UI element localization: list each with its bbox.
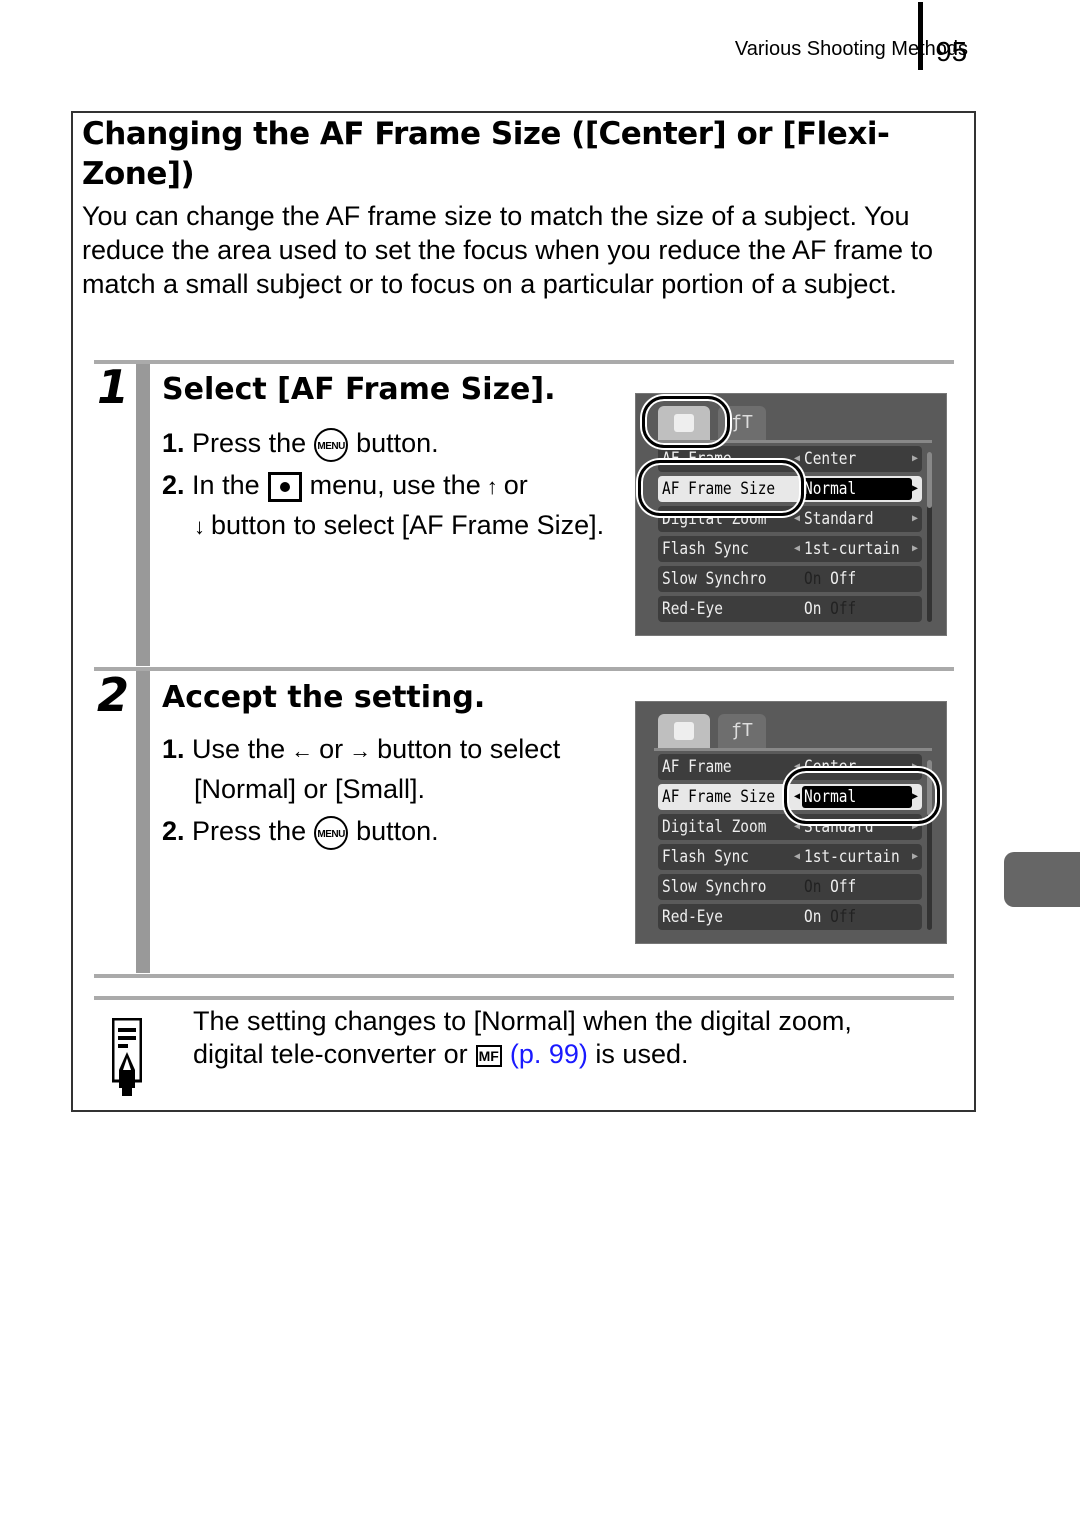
step-2-rule (94, 667, 954, 671)
step-1-number: 1 (97, 360, 130, 414)
menu-button-icon: MENU (314, 815, 349, 850)
highlight-circle-tab (642, 396, 730, 448)
note-text: The setting changes to [Normal] when the… (193, 1006, 852, 1069)
menu-row-red-eye: Red-Eye On Off (658, 596, 922, 622)
memo-pencil-icon (112, 1018, 142, 1096)
step-2-number: 2 (97, 668, 130, 722)
menu-row-flash-sync: Flash Sync ◀ 1st-curtain ▶ (658, 536, 922, 562)
step-1-instruction-2: 2. In the menu, use the ↑ or ↓ button to sel… (162, 466, 622, 546)
step-1-rule (94, 360, 954, 364)
step-2-title: Accept the setting. (162, 680, 486, 715)
note-rule (94, 996, 954, 1000)
chapter-thumb-tab (1004, 852, 1080, 907)
right-arrow-icon: ▶ (911, 851, 918, 862)
section-title: Various Shooting Methods (734, 38, 968, 60)
right-arrow-icon: ▶ (911, 513, 918, 524)
left-arrow-icon: ◀ (794, 543, 801, 554)
step-1-bar (136, 364, 150, 666)
step-2-instructions: 1. Use the ← or → button to select [Normal] … (162, 730, 632, 850)
menu-row-slow-synchro: Slow Synchro On Off (658, 566, 922, 592)
right-arrow-icon: ▶ (911, 453, 918, 464)
header-divider (918, 2, 923, 70)
page-number: 95 (936, 36, 968, 67)
menu-row-red-eye: Red-Eye On Off (658, 904, 922, 930)
intro-paragraph: You can change the AF frame size to matc… (82, 201, 934, 299)
menu-button-icon: MENU (314, 427, 349, 462)
step-2-bar (136, 671, 150, 973)
right-arrow-icon: ▶ (911, 543, 918, 554)
highlight-circle-value (784, 768, 940, 824)
page-link[interactable]: (p. 99) (510, 1039, 588, 1069)
scrollbar-thumb (927, 452, 932, 508)
menu-row-flash-sync: Flash Sync ◀ 1st-curtain ▶ (658, 844, 922, 870)
up-arrow-icon: ↑ (486, 474, 498, 499)
camera-screen-1: ƒΤ AF Frame ◀ Center ▶ AF Frame Size Normal ▶… (635, 393, 947, 636)
left-arrow-icon: ← (291, 738, 314, 763)
camera-tab-icon (658, 714, 710, 748)
step-2-instruction-2: 2. Press the MENU button. (162, 812, 632, 850)
menu-row-slow-synchro: Slow Synchro On Off (658, 874, 922, 900)
step-2-instruction-1: 1. Use the ← or → button to select [Normal] … (162, 734, 561, 804)
tab-underline (654, 748, 932, 751)
manual-focus-icon: MF (475, 1044, 502, 1067)
left-arrow-icon: ◀ (794, 851, 801, 862)
steps-end-rule (94, 974, 954, 978)
right-arrow-icon: → (349, 738, 372, 763)
right-arrow-icon: ▶ (911, 483, 918, 494)
settings-tab-icon: ƒΤ (718, 714, 766, 748)
camera-menu-icon (267, 471, 302, 502)
page-title: Changing the AF Frame Size ([Center] or … (82, 116, 890, 192)
camera-screen-2: ƒΤ AF Frame ◀ Center ▶ AF Frame Size ◀ Normal… (635, 701, 947, 944)
step-1-instruction-1: 1. Press the MENU button. (162, 424, 622, 462)
highlight-circle-row (638, 460, 804, 516)
down-arrow-icon: ↓ (194, 514, 205, 539)
step-1-instructions: 1. Press the MENU button. 2. In the menu, u… (162, 424, 622, 546)
step-1-title: Select [AF Frame Size]. (162, 372, 556, 407)
